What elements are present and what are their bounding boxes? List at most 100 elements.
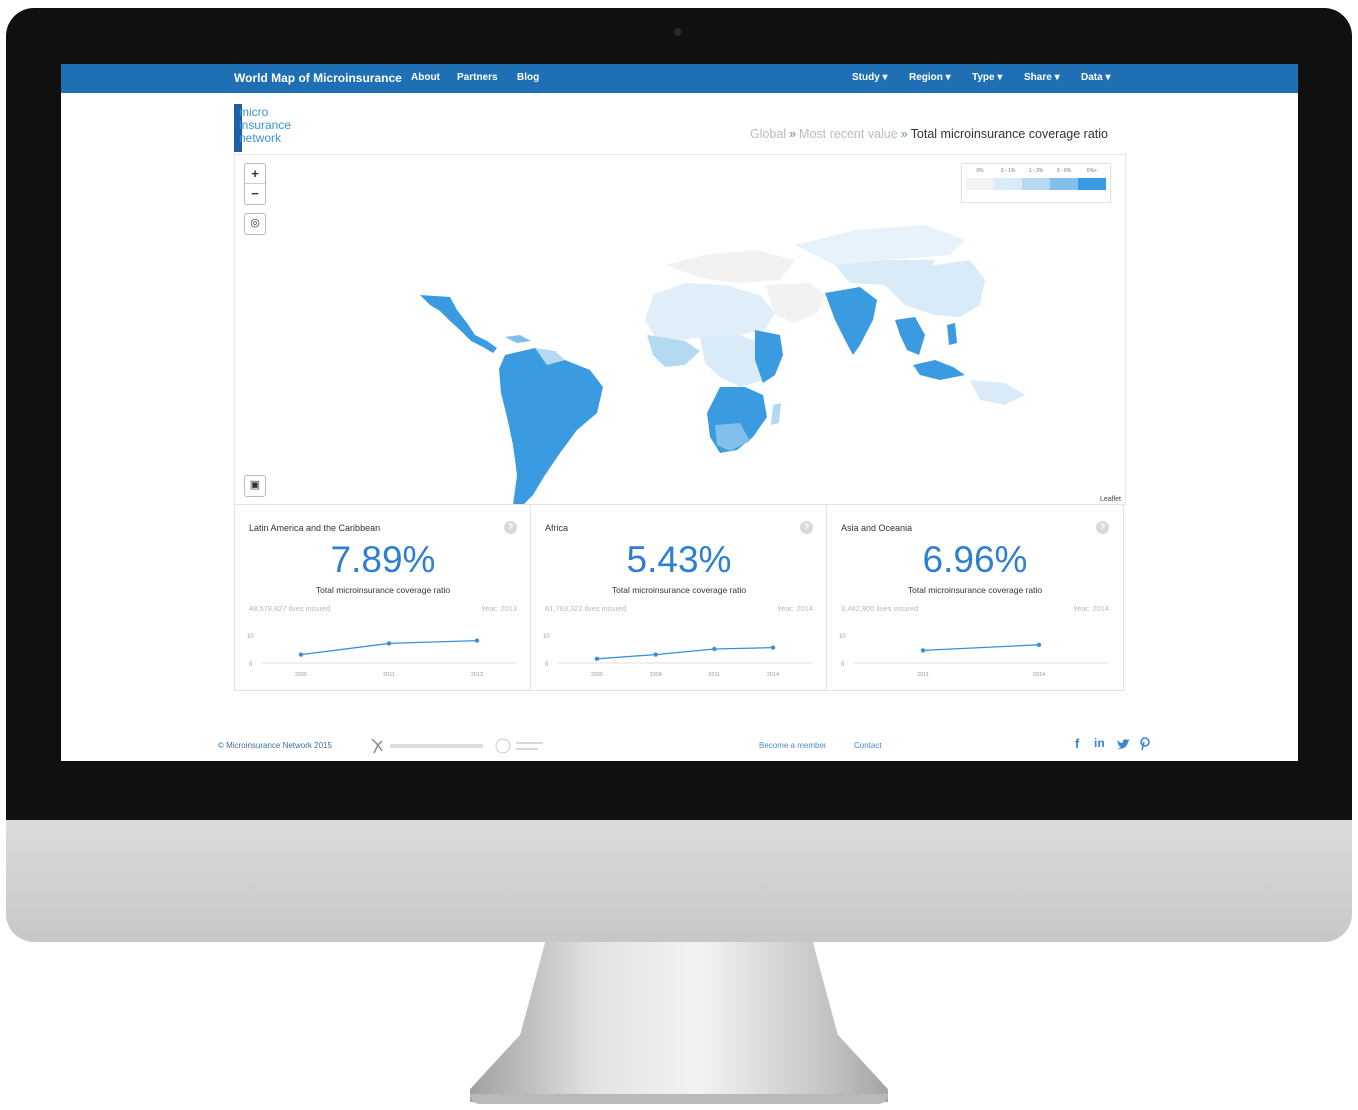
nav-region-dropdown[interactable]: Region ▾ bbox=[909, 72, 951, 83]
help-icon[interactable]: ? bbox=[800, 521, 813, 534]
partner-logos bbox=[371, 738, 543, 754]
monitor-chin bbox=[6, 820, 1352, 942]
sparkline-point[interactable] bbox=[712, 646, 717, 652]
pinterest-icon[interactable] bbox=[1140, 737, 1150, 751]
zoom-out-button[interactable]: − bbox=[245, 184, 265, 204]
nav-blog[interactable]: Blog bbox=[517, 72, 539, 83]
x-axis-tick-label: 2011 bbox=[708, 672, 720, 678]
card-value: 6.96% bbox=[922, 539, 1028, 580]
sparkline-point[interactable] bbox=[920, 648, 926, 653]
reset-view-button[interactable]: ◎ bbox=[244, 213, 266, 235]
x-axis-tick-label: 2008 bbox=[650, 672, 662, 678]
legend-label: 6%+ bbox=[1086, 168, 1098, 174]
region-india bbox=[825, 287, 877, 355]
logo-line: insurance bbox=[239, 118, 292, 132]
sparkline-series bbox=[596, 646, 774, 660]
contact-link[interactable]: Contact bbox=[854, 741, 882, 750]
region-west-africa bbox=[647, 335, 700, 367]
sparkline-series bbox=[922, 644, 1040, 652]
x-axis-tick-label: 2011 bbox=[917, 672, 929, 678]
map-legend: 0% 0 - 1% 1 - 3% 3 - 6% 6%+ bbox=[961, 163, 1111, 203]
legend-swatch bbox=[1050, 178, 1078, 190]
sparkline-point[interactable] bbox=[770, 645, 776, 650]
sparkline-point[interactable] bbox=[298, 652, 304, 657]
card-value: 7.89% bbox=[330, 539, 436, 580]
choropleth-map[interactable] bbox=[235, 155, 1125, 505]
legend-swatch bbox=[966, 178, 994, 190]
region-south-america bbox=[499, 348, 603, 505]
nav-type-dropdown[interactable]: Type ▾ bbox=[972, 72, 1002, 83]
zoom-in-button[interactable]: + bbox=[245, 164, 265, 184]
print-button[interactable]: ▣ bbox=[244, 475, 266, 497]
y-axis-tick-label: 0 bbox=[841, 662, 845, 668]
facebook-icon[interactable]: f bbox=[1075, 736, 1079, 751]
region-philippines bbox=[947, 323, 957, 345]
become-member-link[interactable]: Become a member bbox=[759, 741, 827, 750]
nav-about[interactable]: About bbox=[411, 72, 440, 83]
card-lives-insured: 3,482,800 lives insured bbox=[841, 604, 919, 613]
y-axis-tick-label: 0 bbox=[249, 662, 253, 668]
region-card-africa[interactable]: Africa ? 5.43% Total microinsurance cove… bbox=[530, 504, 828, 691]
x-axis-tick-label: 2011 bbox=[383, 672, 395, 678]
card-label: Total microinsurance coverage ratio bbox=[611, 585, 747, 595]
breadcrumb: Global» Most recent value» Total microinsu… bbox=[750, 127, 1108, 141]
region-cards: Latin America and the Caribbean ? 7.89% … bbox=[234, 504, 1124, 691]
sparkline-chart: 10 0 2005 2011 2013 bbox=[247, 634, 517, 678]
nav-partners[interactable]: Partners bbox=[457, 72, 498, 83]
card-title: Asia and Oceania bbox=[841, 523, 913, 533]
help-icon[interactable]: ? bbox=[504, 521, 517, 534]
sparkline-point[interactable] bbox=[474, 638, 480, 643]
brand-link[interactable]: World Map of Microinsurance bbox=[234, 71, 402, 85]
y-axis-tick-label: 0 bbox=[545, 662, 549, 668]
region-madagascar bbox=[771, 403, 781, 425]
nav-data-dropdown[interactable]: Data ▾ bbox=[1081, 72, 1110, 83]
legend-label: 0 - 1% bbox=[1000, 168, 1016, 174]
logo-line: micro bbox=[239, 105, 269, 119]
footer-copyright: © Microinsurance Network 2015 bbox=[218, 741, 332, 750]
nav-study-dropdown[interactable]: Study ▾ bbox=[852, 72, 888, 83]
world-map[interactable]: + − ◎ ▣ 0% 0 - 1% 1 - 3% 3 - 6% 6%+ Leaf… bbox=[234, 154, 1126, 506]
monitor-stand bbox=[470, 942, 888, 1102]
legend-swatch bbox=[994, 178, 1022, 190]
help-icon[interactable]: ? bbox=[1096, 521, 1109, 534]
sparkline-point[interactable] bbox=[594, 656, 600, 661]
y-axis-tick-label: 10 bbox=[247, 634, 254, 640]
legend-label: 3 - 6% bbox=[1056, 168, 1072, 174]
legend-label: 0% bbox=[976, 168, 984, 174]
sparkline-point[interactable] bbox=[1036, 642, 1042, 647]
screen: World Map of Microinsurance About Partne… bbox=[61, 64, 1298, 761]
card-title: Africa bbox=[545, 523, 569, 533]
card-lives-insured: 48,578,827 lives insured bbox=[249, 604, 331, 613]
breadcrumb-global[interactable]: Global bbox=[750, 127, 786, 141]
x-axis-tick-label: 2014 bbox=[767, 672, 779, 678]
x-axis-tick-label: 2014 bbox=[1033, 672, 1045, 678]
region-card-asia-oceania[interactable]: Asia and Oceania ? 6.96% Total microinsu… bbox=[826, 504, 1124, 691]
breadcrumb-current: Total microinsurance coverage ratio bbox=[910, 127, 1108, 141]
map-attribution[interactable]: Leaflet bbox=[1100, 496, 1121, 503]
sparkline-point[interactable] bbox=[653, 652, 658, 657]
logo-line: network bbox=[239, 131, 282, 145]
breadcrumb-separator: » bbox=[789, 127, 797, 141]
card-lives-insured: 61,763,322 lives insured bbox=[545, 604, 627, 613]
region-card-latin-america[interactable]: Latin America and the Caribbean ? 7.89% … bbox=[234, 504, 532, 691]
card-label: Total microinsurance coverage ratio bbox=[907, 585, 1043, 595]
card-year: Year: 2014 bbox=[1072, 604, 1109, 613]
x-axis-tick-label: 2005 bbox=[591, 672, 603, 678]
legend-label: 1 - 3% bbox=[1028, 168, 1044, 174]
sparkline-point[interactable] bbox=[386, 641, 392, 646]
region-middle-east bbox=[765, 283, 825, 323]
nav-share-dropdown[interactable]: Share ▾ bbox=[1024, 72, 1060, 83]
breadcrumb-most-recent[interactable]: Most recent value bbox=[799, 127, 898, 141]
linkedin-icon[interactable]: in bbox=[1094, 736, 1105, 750]
partner-logo-icon bbox=[371, 738, 383, 754]
twitter-icon[interactable] bbox=[1117, 739, 1130, 750]
microinsurance-network-logo[interactable]: micro insurance network bbox=[234, 104, 324, 154]
card-year: Year: 2014 bbox=[776, 604, 813, 613]
globe-icon: ◎ bbox=[250, 217, 260, 229]
legend-swatch bbox=[1022, 178, 1050, 190]
zoom-control: + − bbox=[244, 163, 266, 205]
region-russia bbox=[795, 225, 965, 265]
monitor-stand-base bbox=[470, 1094, 888, 1104]
breadcrumb-separator: » bbox=[900, 127, 908, 141]
x-axis-tick-label: 2013 bbox=[471, 672, 483, 678]
